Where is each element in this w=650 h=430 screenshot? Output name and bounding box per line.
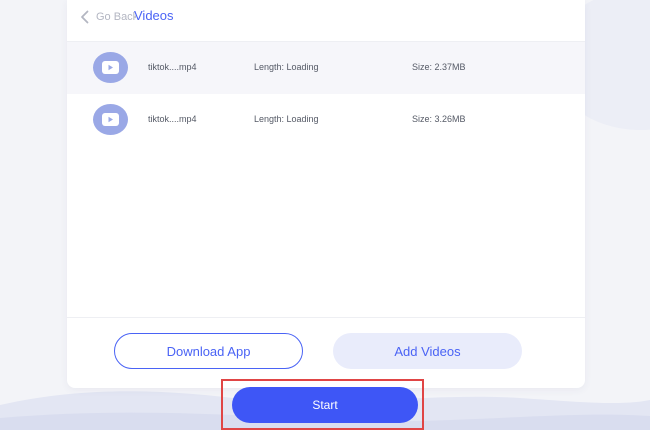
go-back-button[interactable]: Go Back — [79, 8, 136, 26]
panel-footer: Download App Add Videos — [67, 317, 585, 388]
video-size: Size: 3.26MB — [412, 114, 466, 124]
video-row[interactable]: tiktok....mp4 Length: Loading Size: 3.26… — [67, 94, 585, 146]
chevron-left-icon — [81, 10, 89, 24]
video-row[interactable]: tiktok....mp4 Length: Loading Size: 2.37… — [67, 42, 585, 94]
download-app-button[interactable]: Download App — [114, 333, 303, 369]
add-videos-button[interactable]: Add Videos — [333, 333, 522, 369]
start-highlight-box: Start — [221, 379, 424, 430]
play-icon — [93, 52, 128, 83]
video-list: tiktok....mp4 Length: Loading Size: 2.37… — [67, 42, 585, 146]
page-title: Videos — [134, 8, 174, 23]
videos-panel: Go Back Videos tiktok....mp4 Length: Loa… — [67, 0, 585, 388]
video-size: Size: 2.37MB — [412, 62, 466, 72]
video-length: Length: Loading — [254, 114, 319, 124]
video-filename: tiktok....mp4 — [148, 114, 197, 124]
play-icon — [93, 104, 128, 135]
video-filename: tiktok....mp4 — [148, 62, 197, 72]
panel-header: Go Back Videos — [67, 0, 585, 42]
go-back-label: Go Back — [96, 11, 136, 23]
video-length: Length: Loading — [254, 62, 319, 72]
start-button[interactable]: Start — [232, 387, 418, 423]
